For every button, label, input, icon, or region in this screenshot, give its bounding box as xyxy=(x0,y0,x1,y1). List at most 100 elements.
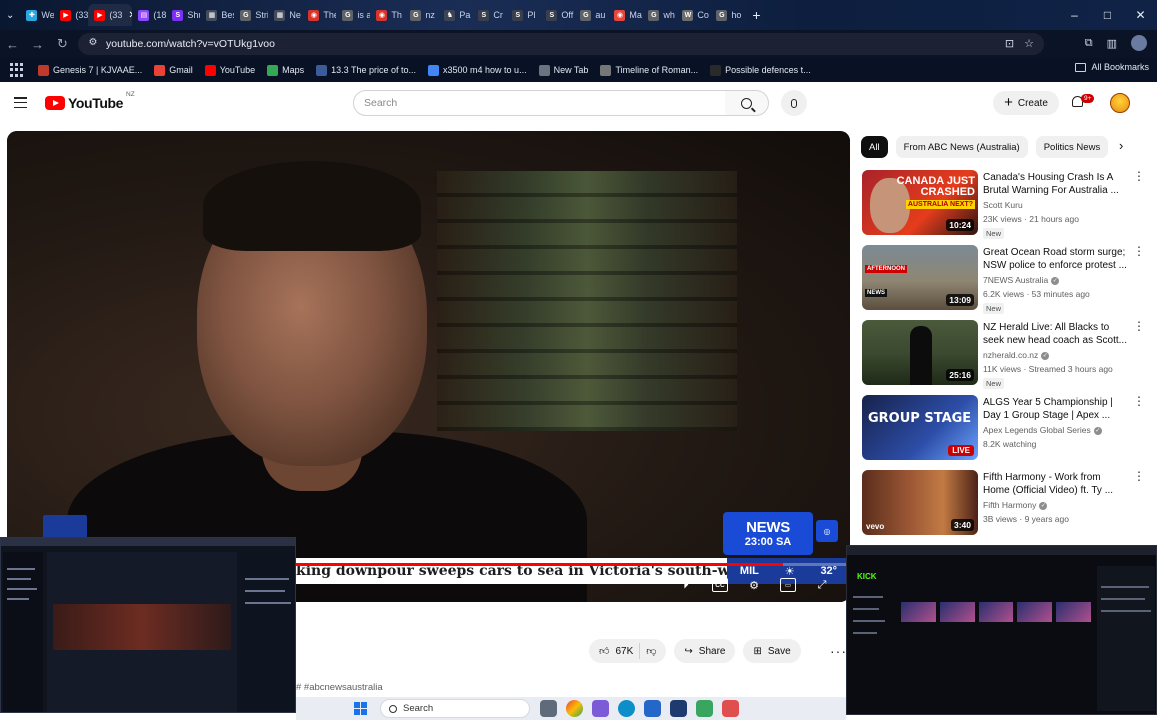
phone-link-icon[interactable] xyxy=(696,700,713,717)
video-title[interactable]: NZ Herald Live: All Blacks to seek new h… xyxy=(983,321,1127,347)
dislike-icon[interactable]: 👎︎ xyxy=(646,645,656,657)
video-title[interactable]: Great Ocean Road storm surge; NSW police… xyxy=(983,246,1127,272)
more-options-icon[interactable]: ⋮ xyxy=(1133,395,1145,407)
like-count[interactable]: 67K xyxy=(615,646,633,657)
browser-tab[interactable]: ▶ (33 xyxy=(54,4,88,26)
bookmark-star-icon[interactable]: ☆ xyxy=(1024,37,1034,50)
search-box[interactable] xyxy=(353,90,726,116)
menu-icon[interactable] xyxy=(14,97,27,108)
task-view-icon[interactable] xyxy=(540,700,557,717)
recommendation-item[interactable]: CANADA JUST CRASHED AUSTRALIA NEXT? 10:24 C… xyxy=(861,170,1146,245)
create-button[interactable]: + Create xyxy=(993,91,1059,115)
reload-icon[interactable]: ↻ xyxy=(50,36,75,52)
bookmark-item[interactable]: Possible defences t... xyxy=(704,64,817,76)
browser-tab[interactable]: ◉ Th xyxy=(370,4,404,26)
channel-name[interactable]: nzherald.co.nz ✓ xyxy=(983,350,1050,360)
browser-tab[interactable]: Gis a xyxy=(336,4,370,26)
more-options-icon[interactable]: ⋮ xyxy=(1133,470,1145,482)
search-input[interactable] xyxy=(364,97,725,109)
bookmark-item[interactable]: 13.3 The price of to... xyxy=(310,64,422,76)
channel-name[interactable]: Fifth Harmony ✓ xyxy=(983,500,1048,510)
like-icon[interactable]: 👍︎ xyxy=(599,645,609,657)
chrome-icon[interactable] xyxy=(566,700,583,717)
chevron-right-icon[interactable]: › xyxy=(1119,138,1123,153)
video-thumbnail[interactable]: vevo 3:40 xyxy=(862,470,978,535)
bookmark-item[interactable]: YouTube xyxy=(199,64,261,76)
more-options-icon[interactable]: ⋮ xyxy=(1133,320,1145,332)
apps-grid-icon[interactable] xyxy=(10,63,24,77)
maximize-button[interactable]: □ xyxy=(1091,8,1124,22)
voice-search-button[interactable] xyxy=(781,90,807,116)
back-icon[interactable]: ← xyxy=(0,37,25,52)
app-icon[interactable] xyxy=(592,700,609,717)
captions-icon[interactable]: CC xyxy=(712,578,728,592)
settings-gear-icon[interactable]: ⚙ xyxy=(746,578,762,592)
close-window-button[interactable]: ✕ xyxy=(1124,8,1157,22)
video-thumbnail[interactable]: 25:16 xyxy=(862,320,978,385)
browser-tab[interactable]: ▶(33✕ xyxy=(88,4,133,26)
channel-name[interactable]: Scott Kuru xyxy=(983,200,1023,210)
install-app-icon[interactable]: ⊡ xyxy=(1005,37,1014,50)
bookmark-item[interactable]: x3500 m4 how to u... xyxy=(422,64,533,76)
video-hashtags[interactable]: # #abcnewsaustralia xyxy=(296,682,383,693)
browser-tab[interactable]: ✚ We xyxy=(20,4,54,26)
tab-search-icon[interactable]: ⌄ xyxy=(0,10,20,21)
browser-tab[interactable]: ▦Bes xyxy=(200,4,234,26)
video-title[interactable]: Canada's Housing Crash Is A Brutal Warni… xyxy=(983,171,1127,197)
recommendation-item[interactable]: AFTERNOON NEWS 13:09 Great Ocean Road storm… xyxy=(861,245,1146,320)
youtube-logo[interactable]: YouTube NZ xyxy=(45,91,135,111)
bookmark-item[interactable]: Timeline of Roman... xyxy=(594,64,704,76)
recommendation-item[interactable]: 25:16 NZ Herald Live: All Blacks to seek … xyxy=(861,320,1146,395)
bookmark-item[interactable]: Genesis 7 | KJVAAE... xyxy=(32,64,148,76)
share-button[interactable]: ↪ Share xyxy=(674,639,736,663)
browser-tab[interactable]: G Stri xyxy=(234,4,268,26)
browser-tab[interactable]: S Off xyxy=(540,4,574,26)
fullscreen-icon[interactable]: ⤢ xyxy=(814,578,830,592)
video-thumbnail[interactable]: CANADA JUST CRASHED AUSTRALIA NEXT? 10:24 xyxy=(862,170,978,235)
forward-icon[interactable]: → xyxy=(25,37,50,52)
autoplay-icon[interactable]: ⏵ xyxy=(678,578,694,592)
bookmark-item[interactable]: Maps xyxy=(261,64,310,76)
calculator-icon[interactable] xyxy=(670,700,687,717)
windows-start-icon[interactable] xyxy=(354,702,367,715)
filter-chip[interactable]: From ABC News (Australia) xyxy=(895,136,1028,158)
extensions-icon[interactable]: ⧉ xyxy=(1085,37,1093,50)
save-button[interactable]: ⊞ Save xyxy=(743,639,801,663)
browser-tab[interactable]: ▤ (18 xyxy=(132,4,166,26)
profile-avatar[interactable] xyxy=(1131,35,1147,51)
video-title[interactable]: Fifth Harmony - Work from Home (Official… xyxy=(983,471,1127,497)
browser-tab[interactable]: ▦ Ne xyxy=(268,4,302,26)
filter-chip[interactable]: Politics News xyxy=(1035,136,1109,158)
browser-tab[interactable]: Gau xyxy=(574,4,608,26)
taskbar-search[interactable]: Search xyxy=(380,699,530,718)
minimize-button[interactable]: – xyxy=(1058,8,1091,22)
bookmark-item[interactable]: New Tab xyxy=(533,64,595,76)
recommendation-item[interactable]: vevo 3:40 Fifth Harmony - Work from Home (… xyxy=(861,470,1146,545)
outlook-icon[interactable] xyxy=(644,700,661,717)
channel-name[interactable]: 7NEWS Australia ✓ xyxy=(983,275,1060,285)
more-options-icon[interactable]: ⋮ xyxy=(1133,170,1145,182)
edge-icon[interactable] xyxy=(618,700,635,717)
search-button[interactable] xyxy=(725,90,769,116)
video-title[interactable]: ALGS Year 5 Championship | Day 1 Group S… xyxy=(983,396,1127,422)
theater-mode-icon[interactable]: ▭ xyxy=(780,578,796,592)
all-bookmarks[interactable]: All Bookmarks xyxy=(1075,62,1149,72)
new-tab-button[interactable]: + xyxy=(744,7,768,23)
site-info-icon[interactable]: ⚙ xyxy=(86,37,100,51)
pinned-app-icon[interactable] xyxy=(722,700,739,717)
video-player[interactable]: NEWS 23:00 SA ◎ king downpour sweeps car… xyxy=(7,131,850,602)
video-thumbnail[interactable]: GROUP STAGE LIVE xyxy=(862,395,978,460)
channel-name[interactable]: Apex Legends Global Series ✓ xyxy=(983,425,1102,435)
filter-chip[interactable]: All xyxy=(861,136,888,158)
account-avatar[interactable] xyxy=(1110,93,1130,113)
address-bar[interactable]: ⚙ youtube.com/watch?v=vOTUkg1voo ⊡ ☆ xyxy=(78,33,1044,55)
browser-tab[interactable]: ◉The xyxy=(302,4,336,26)
video-thumbnail[interactable]: AFTERNOON NEWS 13:09 xyxy=(862,245,978,310)
browser-tab[interactable]: ♞ Pa xyxy=(438,4,472,26)
more-actions-icon[interactable]: ··· xyxy=(830,643,847,659)
browser-tab[interactable]: W Co xyxy=(676,4,710,26)
more-options-icon[interactable]: ⋮ xyxy=(1133,245,1145,257)
browser-tab[interactable]: Gho xyxy=(710,4,744,26)
sidebar-icon[interactable]: ▥ xyxy=(1107,37,1117,50)
browser-tab[interactable]: Gwh xyxy=(642,4,676,26)
